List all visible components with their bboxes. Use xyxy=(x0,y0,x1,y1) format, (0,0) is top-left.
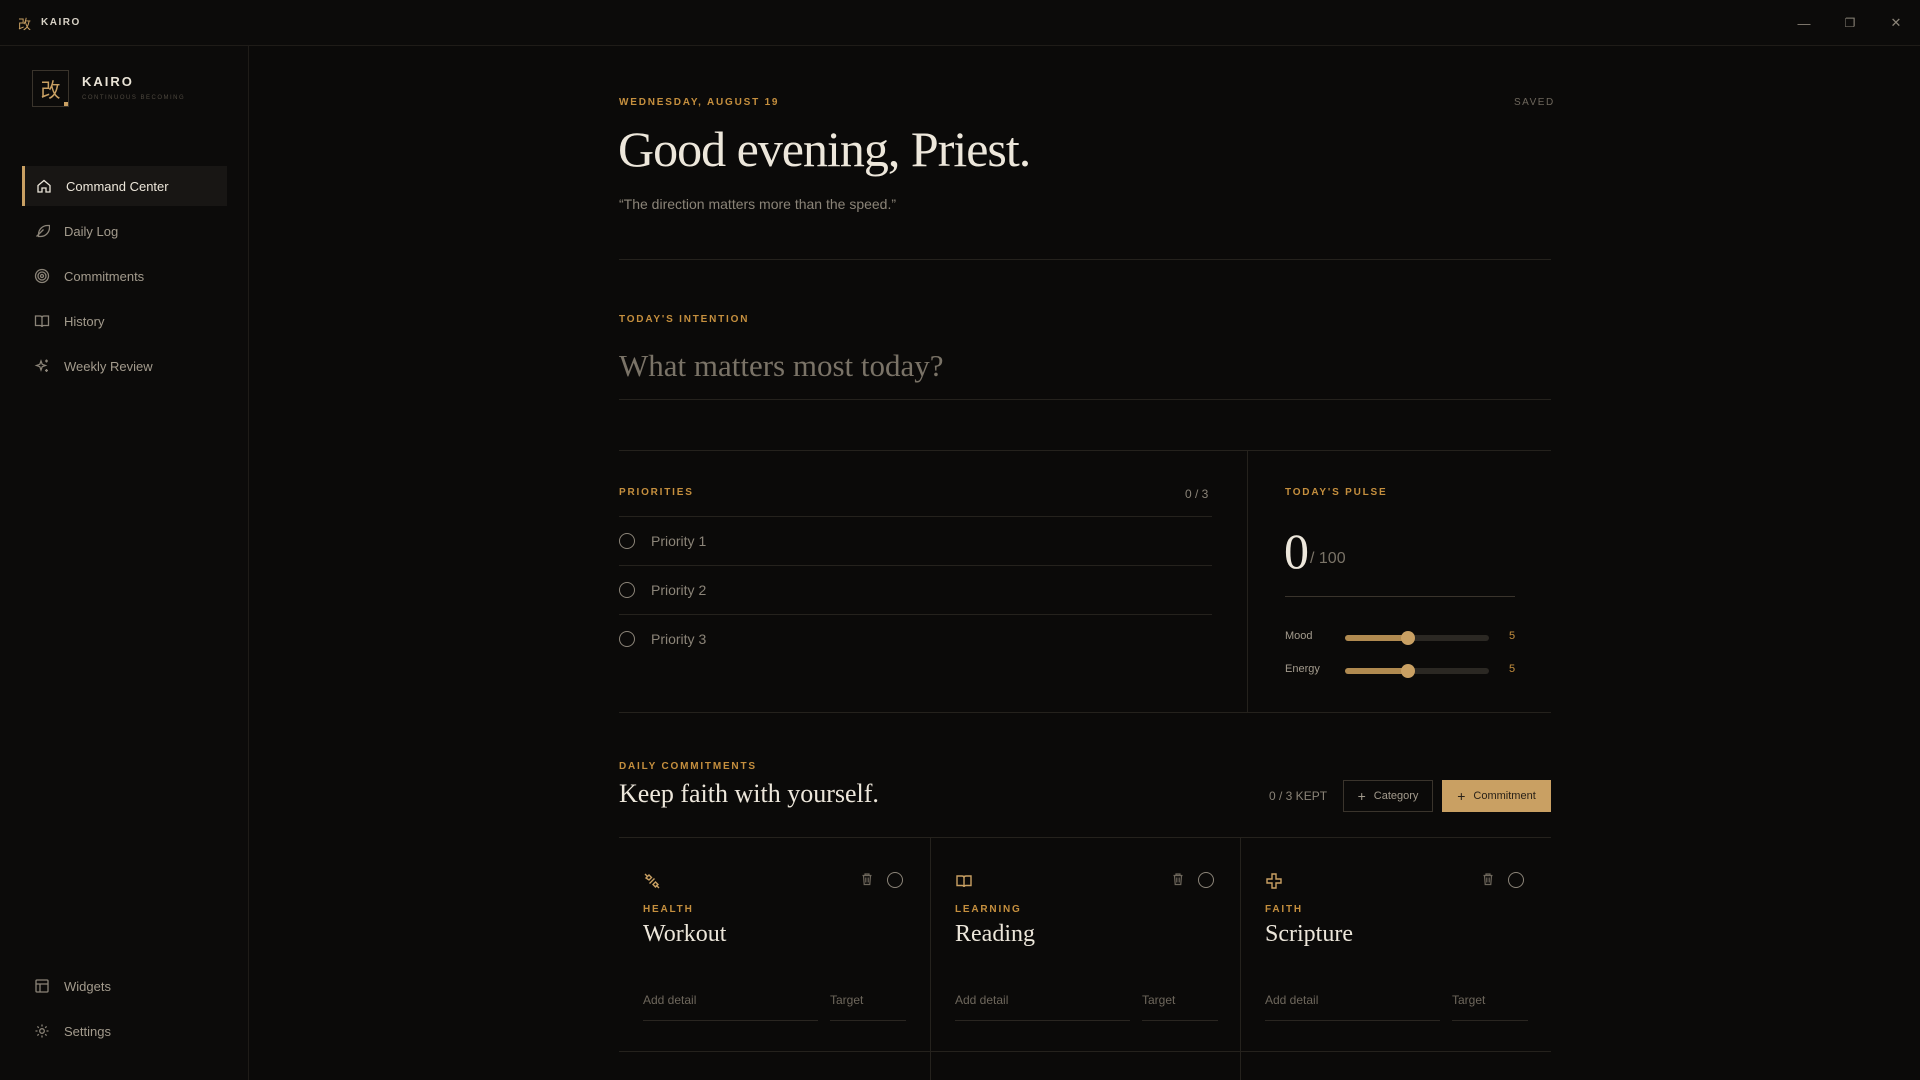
delete-icon[interactable] xyxy=(860,872,874,891)
energy-slider-thumb[interactable] xyxy=(1401,664,1416,678)
detail-input[interactable]: Add detail xyxy=(955,993,1130,1021)
divider xyxy=(619,450,1551,451)
home-icon xyxy=(36,178,52,194)
energy-value: 5 xyxy=(1509,663,1516,675)
commitment-title: Workout xyxy=(643,921,727,947)
app-name: KAIRO xyxy=(41,17,81,28)
add-commitment-button[interactable]: + Commitment xyxy=(1442,780,1551,812)
priority-checkbox[interactable] xyxy=(619,582,635,598)
priority-row[interactable]: Priority 2 xyxy=(619,565,1212,614)
gear-icon xyxy=(34,1023,50,1039)
sidebar-item-label: Command Center xyxy=(66,178,169,194)
target-input[interactable]: Target xyxy=(1142,993,1218,1021)
sidebar-item-weekly-review[interactable]: Weekly Review xyxy=(22,346,227,386)
commitment-category: FAITH xyxy=(1265,904,1303,915)
sidebar-item-label: Weekly Review xyxy=(64,358,153,374)
mood-value: 5 xyxy=(1509,630,1516,642)
commitment-category: HEALTH xyxy=(643,904,694,915)
delete-icon[interactable] xyxy=(1481,872,1495,891)
sidebar-item-daily-log[interactable]: Daily Log xyxy=(22,211,227,251)
priority-label: Priority 1 xyxy=(651,533,707,549)
detail-input[interactable]: Add detail xyxy=(1265,993,1440,1021)
priority-label: Priority 3 xyxy=(651,631,707,647)
target-icon xyxy=(34,268,50,284)
divider xyxy=(619,1051,1551,1052)
intention-label: TODAY'S INTENTION xyxy=(619,314,750,325)
save-status: SAVED xyxy=(1514,97,1555,108)
sidebar-item-commitments[interactable]: Commitments xyxy=(22,256,227,296)
divider xyxy=(619,712,1551,713)
priorities-label: PRIORITIES xyxy=(619,487,694,498)
target-input[interactable]: Target xyxy=(830,993,906,1021)
priorities-count: 0 / 3 xyxy=(1185,487,1209,501)
pulse-max: / 100 xyxy=(1310,550,1346,567)
mood-label: Mood xyxy=(1285,630,1313,642)
priority-checkbox[interactable] xyxy=(619,533,635,549)
sidebar: 改 KAIRO CONTINUOUS BECOMING Command Cent… xyxy=(0,46,249,1080)
sidebar-item-label: Settings xyxy=(64,1023,111,1039)
pulse-score: 0 xyxy=(1284,523,1309,579)
sidebar-item-history[interactable]: History xyxy=(22,301,227,341)
energy-slider-fill xyxy=(1345,668,1409,674)
sidebar-item-label: Daily Log xyxy=(64,223,119,239)
brand-tagline: CONTINUOUS BECOMING xyxy=(82,95,186,101)
minimize-button[interactable]: — xyxy=(1793,12,1815,34)
commitment-category: LEARNING xyxy=(955,904,1022,915)
app-logo-icon: 改 xyxy=(18,17,32,32)
add-category-button[interactable]: + Category xyxy=(1343,780,1433,812)
priority-row[interactable]: Priority 1 xyxy=(619,516,1212,565)
commitment-card-faith[interactable]: FAITH Scripture Add detail Target xyxy=(1241,838,1551,1048)
greeting-heading: Good evening, Priest. xyxy=(618,121,1031,177)
sparkle-icon xyxy=(34,358,50,374)
button-label: Commitment xyxy=(1473,790,1536,802)
plus-icon: + xyxy=(1457,788,1466,804)
maximize-button[interactable]: ❐ xyxy=(1839,12,1861,34)
title-bar: 改 KAIRO — ❐ ✕ xyxy=(0,0,1920,46)
target-input[interactable]: Target xyxy=(1452,993,1528,1021)
date-label: WEDNESDAY, AUGUST 19 xyxy=(619,97,780,108)
kept-count: 0 / 3 KEPT xyxy=(1269,789,1328,803)
commitment-checkbox[interactable] xyxy=(887,872,903,888)
mood-slider-thumb[interactable] xyxy=(1401,631,1416,645)
panel-divider xyxy=(1247,450,1248,712)
sidebar-item-command-center[interactable]: Command Center xyxy=(22,166,227,206)
sidebar-item-label: Widgets xyxy=(64,978,111,994)
book-icon xyxy=(34,313,50,329)
priority-row[interactable]: Priority 3 xyxy=(619,614,1212,663)
commitment-title: Reading xyxy=(955,921,1035,947)
brand-name: KAIRO xyxy=(82,74,134,89)
commitments-heading: Keep faith with yourself. xyxy=(619,779,879,808)
commitment-card-learning[interactable]: LEARNING Reading Add detail Target xyxy=(931,838,1241,1048)
intention-input[interactable]: What matters most today? xyxy=(619,348,1551,400)
commitments-label: DAILY COMMITMENTS xyxy=(619,761,757,772)
layout-icon xyxy=(34,978,50,994)
mood-slider-fill xyxy=(1345,635,1409,641)
feather-icon xyxy=(34,223,50,239)
sidebar-item-label: Commitments xyxy=(64,268,145,284)
cross-icon xyxy=(1265,872,1283,895)
delete-icon[interactable] xyxy=(1171,872,1185,891)
commitment-checkbox[interactable] xyxy=(1198,872,1214,888)
commitment-title: Scripture xyxy=(1265,921,1353,947)
commitment-checkbox[interactable] xyxy=(1508,872,1524,888)
daily-quote: “The direction matters more than the spe… xyxy=(619,196,897,212)
button-label: Category xyxy=(1373,790,1419,802)
pulse-underline xyxy=(1285,596,1515,597)
dumbbell-icon xyxy=(643,872,661,895)
commitment-card-health[interactable]: HEALTH Workout Add detail Target xyxy=(619,838,930,1048)
logo-accent-dot xyxy=(64,102,68,106)
sidebar-item-label: History xyxy=(64,313,105,329)
pulse-label: TODAY'S PULSE xyxy=(1285,487,1388,498)
energy-label: Energy xyxy=(1285,663,1320,675)
sidebar-item-widgets[interactable]: Widgets xyxy=(22,966,227,1006)
detail-input[interactable]: Add detail xyxy=(643,993,818,1021)
divider xyxy=(619,259,1551,260)
plus-icon: + xyxy=(1357,788,1366,804)
priority-checkbox[interactable] xyxy=(619,631,635,647)
close-button[interactable]: ✕ xyxy=(1885,12,1907,34)
priority-label: Priority 2 xyxy=(651,582,707,598)
book-open-icon xyxy=(955,872,973,895)
sidebar-item-settings[interactable]: Settings xyxy=(22,1011,227,1051)
